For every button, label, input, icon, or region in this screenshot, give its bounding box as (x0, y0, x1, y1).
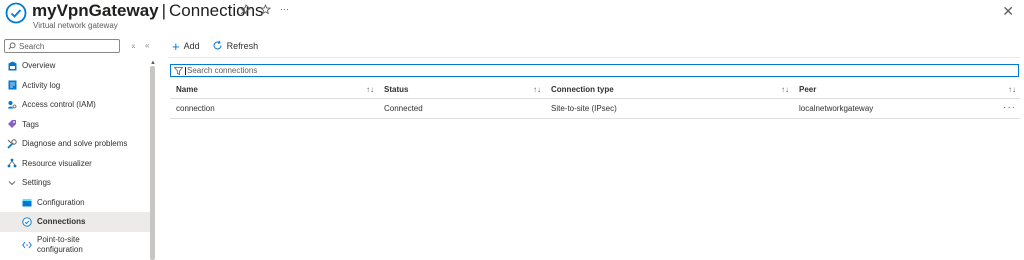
add-button[interactable]: + Add (172, 40, 200, 53)
column-header-label: Connection type (551, 84, 614, 94)
connections-filter-input[interactable]: Search connections (170, 64, 1019, 77)
close-icon[interactable]: ✕ (1002, 3, 1014, 20)
connections-table: Name ↑↓ Status ↑↓ Connection type ↑↓ Pee… (170, 80, 1020, 119)
sidebar-group-label: Settings (22, 178, 51, 188)
refresh-icon (212, 40, 223, 53)
row-more-icon[interactable]: ··· (1003, 102, 1016, 113)
chevron-down-icon (7, 178, 17, 188)
filter-placeholder: Search connections (187, 66, 258, 75)
overview-icon (7, 61, 17, 71)
menu-scroll-thumb[interactable] (150, 66, 155, 260)
refresh-button-label: Refresh (226, 41, 259, 51)
menu-search-placeholder: Search (19, 41, 45, 51)
more-options-icon[interactable]: ··· (280, 4, 289, 18)
cell-connection-type: Site-to-site (IPsec) (545, 98, 793, 119)
collapse-menu-icon[interactable]: « (145, 41, 149, 50)
sort-icon[interactable]: ↑↓ (781, 85, 789, 94)
search-icon (8, 42, 16, 50)
text-cursor (185, 66, 186, 75)
resource-menu: Search ⌅ « ▲ Overview Activity log Acces… (0, 36, 160, 260)
tag-icon (7, 119, 17, 129)
sidebar-item-label: Diagnose and solve problems (22, 139, 128, 149)
sidebar-item-label: Configuration (37, 197, 85, 207)
iam-icon (7, 100, 17, 110)
sidebar-item-label: Overview (22, 61, 56, 71)
sidebar-item-label: Resource visualizer (22, 158, 92, 168)
vpn-gateway-icon (5, 2, 27, 24)
configuration-icon (22, 197, 32, 207)
cell-peer: localnetworkgateway ··· (793, 98, 1020, 119)
sort-icon[interactable]: ↑↓ (533, 85, 541, 94)
table-header-row: Name ↑↓ Status ↑↓ Connection type ↑↓ Pee… (170, 80, 1020, 99)
sort-icon[interactable]: ↑↓ (1008, 85, 1016, 94)
favorite-star-icon[interactable] (259, 3, 272, 18)
peer-value: localnetworkgateway (799, 104, 874, 113)
column-header-status[interactable]: Status ↑↓ (378, 80, 545, 99)
toolbar-divider (168, 57, 1020, 58)
connections-icon (22, 217, 32, 227)
visualizer-icon (7, 158, 17, 168)
column-header-label: Status (384, 84, 409, 94)
filter-icon (174, 66, 183, 75)
column-header-peer[interactable]: Peer ↑↓ (793, 80, 1020, 99)
menu-scrollbar[interactable]: ▲ (150, 60, 156, 260)
sidebar-item-tags[interactable]: Tags (0, 115, 150, 135)
cell-status: Connected (378, 98, 545, 119)
page-title: myVpnGateway | Connections (32, 0, 264, 22)
column-header-name[interactable]: Name ↑↓ (170, 80, 378, 99)
table-row[interactable]: connection Connected Site-to-site (IPsec… (170, 98, 1020, 119)
blade-header: myVpnGateway | Connections Virtual network… (0, 0, 1024, 36)
title-separator: | (161, 1, 167, 20)
add-button-label: Add (183, 41, 200, 51)
menu-search-input[interactable]: Search (4, 39, 120, 53)
column-header-connection-type[interactable]: Connection type ↑↓ (545, 80, 793, 99)
sidebar-item-configuration[interactable]: Configuration (0, 193, 150, 213)
cell-name[interactable]: connection (170, 98, 378, 119)
sidebar-item-activity-log[interactable]: Activity log (0, 76, 150, 96)
plus-icon: + (172, 38, 180, 54)
sidebar-item-diagnose[interactable]: Diagnose and solve problems (0, 134, 150, 154)
resource-name: myVpnGateway (32, 1, 159, 20)
sidebar-item-point-to-site[interactable]: Point-to-site configuration (0, 232, 150, 258)
wrench-icon (7, 139, 17, 149)
activity-log-icon (7, 80, 17, 90)
sidebar-item-label: Connections (37, 217, 86, 227)
menu-list: Overview Activity log Access control (IA… (0, 56, 150, 258)
sort-icon[interactable]: ↑↓ (366, 85, 374, 94)
pin-icon[interactable] (240, 4, 251, 18)
sidebar-group-settings[interactable]: Settings (0, 173, 150, 193)
code-icon (22, 240, 32, 250)
menu-sort-icon[interactable]: ⌅ (130, 41, 137, 50)
column-header-label: Name (176, 84, 198, 94)
sidebar-item-label: Access control (IAM) (22, 100, 96, 110)
command-bar: + Add Refresh (172, 38, 270, 54)
sidebar-item-resource-visualizer[interactable]: Resource visualizer (0, 154, 150, 174)
refresh-button[interactable]: Refresh (212, 40, 259, 53)
sidebar-item-access-control[interactable]: Access control (IAM) (0, 95, 150, 115)
sidebar-item-overview[interactable]: Overview (0, 56, 150, 76)
column-header-label: Peer (799, 84, 817, 94)
sidebar-item-label: Point-to-site configuration (37, 234, 83, 254)
sidebar-item-connections[interactable]: Connections (0, 212, 150, 232)
resource-type-subtitle: Virtual network gateway (33, 21, 118, 30)
sidebar-item-label: Tags (22, 119, 39, 129)
header-actions: ··· (240, 3, 289, 18)
sidebar-item-label: Activity log (22, 80, 61, 90)
